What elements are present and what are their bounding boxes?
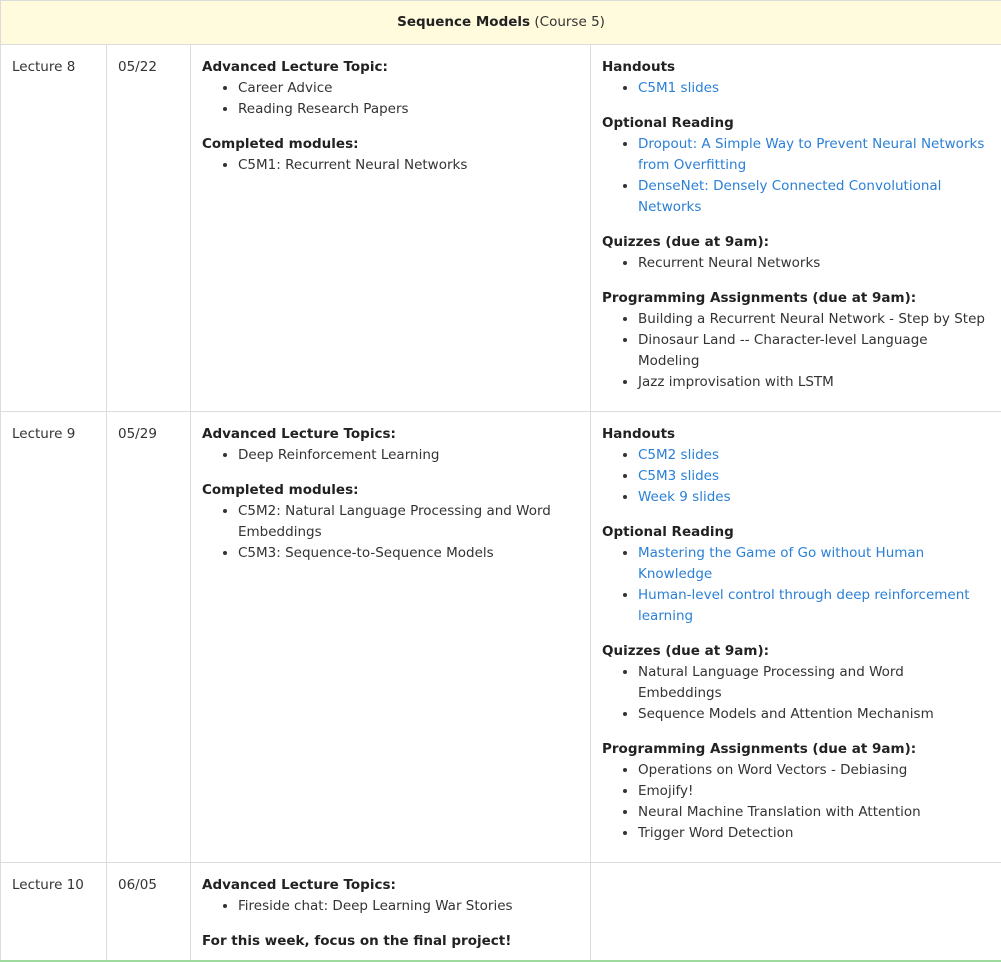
topics-list: Deep Reinforcement Learning xyxy=(202,445,579,466)
materials-cell xyxy=(591,863,1001,962)
topics-heading: Advanced Lecture Topic: xyxy=(202,57,579,78)
handout-link[interactable]: Week 9 slides xyxy=(638,489,731,505)
lecture-row: Lecture 10 06/05 Advanced Lecture Topics… xyxy=(1,863,1001,962)
reading-list: Dropout: A Simple Way to Prevent Neural … xyxy=(602,134,990,218)
reading-heading: Optional Reading xyxy=(602,522,990,543)
list-item: Neural Machine Translation with Attentio… xyxy=(638,802,990,823)
quizzes-heading: Quizzes (due at 9am): xyxy=(602,641,990,662)
lecture-date: 05/29 xyxy=(107,412,191,863)
list-item: C5M3 slides xyxy=(638,466,990,487)
list-item: Dropout: A Simple Way to Prevent Neural … xyxy=(638,134,990,176)
topics-heading: Advanced Lecture Topics: xyxy=(202,875,579,896)
list-item: Trigger Word Detection xyxy=(638,823,990,844)
list-item: Recurrent Neural Networks xyxy=(638,253,990,274)
assignments-list: Building a Recurrent Neural Network - St… xyxy=(602,309,990,393)
reading-link[interactable]: Mastering the Game of Go without Human K… xyxy=(638,545,924,582)
modules-heading: Completed modules: xyxy=(202,134,579,155)
reading-link[interactable]: DenseNet: Densely Connected Convolutiona… xyxy=(638,178,941,215)
topics-list: Career Advice Reading Research Papers xyxy=(202,78,579,120)
lecture-date: 06/05 xyxy=(107,863,191,962)
materials-cell: Handouts C5M1 slides Optional Reading Dr… xyxy=(591,45,1001,412)
list-item: Deep Reinforcement Learning xyxy=(238,445,579,466)
list-item: C5M2 slides xyxy=(638,445,990,466)
handouts-list: C5M1 slides xyxy=(602,78,990,99)
list-item: Operations on Word Vectors - Debiasing xyxy=(638,760,990,781)
focus-note: For this week, focus on the final projec… xyxy=(202,931,579,952)
course-number: (Course 5) xyxy=(534,14,605,30)
lecture-label: Lecture 8 xyxy=(1,45,107,412)
list-item: C5M3: Sequence-to-Sequence Models xyxy=(238,543,579,564)
handouts-list: C5M2 slides C5M3 slides Week 9 slides xyxy=(602,445,990,508)
handout-link[interactable]: C5M2 slides xyxy=(638,447,719,463)
list-item: C5M1: Recurrent Neural Networks xyxy=(238,155,579,176)
course-header-cell: Sequence Models (Course 5) xyxy=(1,1,1001,45)
reading-list: Mastering the Game of Go without Human K… xyxy=(602,543,990,627)
list-item: Dinosaur Land -- Character-level Languag… xyxy=(638,330,990,372)
course-header-row: Sequence Models (Course 5) xyxy=(1,1,1001,45)
list-item: Week 9 slides xyxy=(638,487,990,508)
lecture-label: Lecture 9 xyxy=(1,412,107,863)
materials-cell: Handouts C5M2 slides C5M3 slides Week 9 … xyxy=(591,412,1001,863)
reading-link[interactable]: Human-level control through deep reinfor… xyxy=(638,587,970,624)
list-item: Mastering the Game of Go without Human K… xyxy=(638,543,990,585)
topics-cell: Advanced Lecture Topic: Career Advice Re… xyxy=(191,45,591,412)
handout-link[interactable]: C5M1 slides xyxy=(638,80,719,96)
list-item: Emojify! xyxy=(638,781,990,802)
list-item: Building a Recurrent Neural Network - St… xyxy=(638,309,990,330)
lecture-row: Lecture 8 05/22 Advanced Lecture Topic: … xyxy=(1,45,1001,412)
list-item: Natural Language Processing and Word Emb… xyxy=(638,662,990,704)
list-item: Human-level control through deep reinfor… xyxy=(638,585,990,627)
list-item: C5M1 slides xyxy=(638,78,990,99)
lecture-row: Lecture 9 05/29 Advanced Lecture Topics:… xyxy=(1,412,1001,863)
list-item: C5M2: Natural Language Processing and Wo… xyxy=(238,501,579,543)
topics-list: Fireside chat: Deep Learning War Stories xyxy=(202,896,579,917)
list-item: Reading Research Papers xyxy=(238,99,579,120)
quizzes-list: Recurrent Neural Networks xyxy=(602,253,990,274)
list-item: Jazz improvisation with LSTM xyxy=(638,372,990,393)
list-item: Career Advice xyxy=(238,78,579,99)
quizzes-heading: Quizzes (due at 9am): xyxy=(602,232,990,253)
modules-heading: Completed modules: xyxy=(202,480,579,501)
modules-list: C5M1: Recurrent Neural Networks xyxy=(202,155,579,176)
assignments-heading: Programming Assignments (due at 9am): xyxy=(602,739,990,760)
reading-heading: Optional Reading xyxy=(602,113,990,134)
topics-cell: Advanced Lecture Topics: Fireside chat: … xyxy=(191,863,591,962)
lecture-date: 05/22 xyxy=(107,45,191,412)
handouts-heading: Handouts xyxy=(602,424,990,445)
reading-link[interactable]: Dropout: A Simple Way to Prevent Neural … xyxy=(638,136,984,173)
list-item: Fireside chat: Deep Learning War Stories xyxy=(238,896,579,917)
course-title: Sequence Models xyxy=(397,14,530,30)
assignments-heading: Programming Assignments (due at 9am): xyxy=(602,288,990,309)
modules-list: C5M2: Natural Language Processing and Wo… xyxy=(202,501,579,564)
list-item: DenseNet: Densely Connected Convolutiona… xyxy=(638,176,990,218)
quizzes-list: Natural Language Processing and Word Emb… xyxy=(602,662,990,725)
topics-cell: Advanced Lecture Topics: Deep Reinforcem… xyxy=(191,412,591,863)
list-item: Sequence Models and Attention Mechanism xyxy=(638,704,990,725)
lecture-label: Lecture 10 xyxy=(1,863,107,962)
schedule-table: Sequence Models (Course 5) Lecture 8 05/… xyxy=(0,0,1001,962)
handout-link[interactable]: C5M3 slides xyxy=(638,468,719,484)
topics-heading: Advanced Lecture Topics: xyxy=(202,424,579,445)
handouts-heading: Handouts xyxy=(602,57,990,78)
assignments-list: Operations on Word Vectors - Debiasing E… xyxy=(602,760,990,844)
